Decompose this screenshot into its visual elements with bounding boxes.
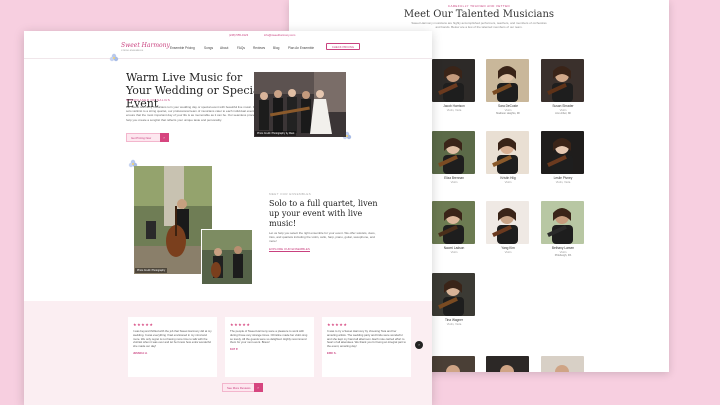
musician-photo [432,59,475,102]
musician-photo [541,201,584,244]
top-bar: (248) 555-0123 info@sweetharmony.com [24,31,432,38]
musician-photo [486,356,529,372]
musician-card[interactable]: Jacob Harrison Violin, Viola [432,59,476,112]
musician-card-partial[interactable] [541,356,585,372]
home-page: (248) 555-0123 info@sweetharmony.com Swe… [24,31,432,405]
musician-card-partial[interactable] [486,356,530,372]
musician-photo [486,131,529,174]
nav-item-about[interactable]: About [220,46,228,50]
nav-item-plan-ensemble[interactable]: Plan An Ensemble [288,46,314,50]
explore-ensembles-link[interactable]: EXPLORE OUR ENSEMBLES [269,247,310,252]
musician-role: Violin [450,180,458,184]
musician-location: Ann Arbor, MI [555,112,571,115]
musician-card[interactable]: Sara DeCoste Violin Madison Heights, MI [486,59,530,115]
musician-photo [541,59,584,102]
testimonial-card: ★★★★★ It was to try a Sweet Harmony by c… [322,317,411,377]
musician-location: Madison Heights, MI [496,112,520,115]
hero-text: Let Sweet Harmony musicians turn your we… [126,105,264,122]
musician-role: Violin [504,180,512,184]
musician-role: Violin, Viola [555,180,571,184]
musician-card[interactable]: Naomi Ladson Violin [432,201,476,254]
musician-card[interactable]: Susan Shrader Violin Ann Arbor, MI [541,59,585,115]
hero-photo: Photo Credit: Photography by Mark [254,72,346,137]
site-logo[interactable]: Sweet Harmony [121,42,170,49]
testimonial-card: ★★★★★ I was beyond thrilled with the job… [128,317,217,377]
phone-link[interactable]: (248) 555-0123 [229,33,248,37]
musician-role: Violin, Viola [446,108,462,112]
musician-role: Violin, Viola [446,322,462,326]
testimonial-author: ERIC S. [327,351,337,355]
hero-photo-caption: Photo Credit: Photography by Mark [255,131,297,136]
flower-decoration-icon [109,53,119,62]
main-nav: Sweet Harmony STRING ENSEMBLES Ensemble … [24,38,432,59]
testimonial-text: I was beyond thrilled with the job that … [133,329,212,349]
musician-role: Violin [450,250,458,254]
nav-item-faqs[interactable]: FAQs [237,46,245,50]
musicians-eyebrow: CAREFULLY TRAINED AND VETTED [447,4,511,8]
see-more-reviews-button[interactable]: See More Reviews › [222,383,263,393]
musician-photo [541,356,584,372]
musician-photo [432,201,475,244]
musician-photo [541,131,584,174]
ensembles-eyebrow: MEET OUR ENSEMBLES [269,192,312,196]
arrow-right-icon: › [159,133,169,143]
musician-card[interactable]: Bethany Larsen Violin Pittsburgh, PA [541,201,585,257]
musician-card[interactable]: Eliza Brennan Violin [432,131,476,184]
cellist-photo-caption: Photo Credit: Photography [135,268,168,273]
hero-eyebrow: SHOWCASED ON SALIUS [126,98,171,102]
ensembles-text: Let us help you select the right ensembl… [269,231,376,244]
musician-card[interactable]: Yang Kim Violin [486,201,530,254]
musician-role: Violin [504,250,512,254]
musician-location: Pittsburgh, PA [554,254,572,257]
testimonial-author: JESSICA H. [133,351,148,355]
get-pricing-button[interactable]: Get Pricing Now › [126,133,169,143]
rating-stars: ★★★★★ [133,322,154,327]
musician-photo [486,59,529,102]
arrow-right-icon: › [253,383,263,393]
musician-photo [432,131,475,174]
get-pricing-label: Get Pricing Now [131,136,152,140]
testimonial-text: The people of Sweet Harmony were a pleas… [230,329,308,345]
musician-photo [432,273,475,316]
musician-card[interactable]: Kristin Hiig Violin [486,131,530,184]
musicians-intro: Sweet Harmony musicians are highly accom… [411,21,547,29]
musician-card-partial[interactable] [432,356,476,372]
testimonials-section: ★★★★★ I was beyond thrilled with the job… [24,301,432,405]
see-more-reviews-label: See More Reviews [227,386,251,390]
nav-item-blog[interactable]: Blog [273,46,279,50]
rating-stars: ★★★★★ [327,322,348,327]
testimonial-text: It was to try a Sweet Harmony by choosin… [327,329,406,349]
ensembles-title: Solo to a full quartet, liven up your ev… [269,199,378,228]
musicians-title: Meet Our Talented Musicians [403,9,555,20]
email-link[interactable]: info@sweetharmony.com [264,33,295,37]
duo-photo [201,229,253,285]
nav-item-reviews[interactable]: Reviews [253,46,265,50]
nav-item-songs[interactable]: Songs [204,46,213,50]
musician-photo [486,201,529,244]
testimonial-card: ★★★★★ The people of Sweet Harmony were a… [225,317,314,377]
testimonial-author: KAT P. [230,348,238,352]
carousel-next-button[interactable]: › [415,341,423,349]
musician-card[interactable]: Tina Wagner Violin, Viola [432,273,476,326]
check-pricing-button[interactable]: CHECK PRICING [326,43,360,50]
musician-card[interactable]: Leslie Pivney Violin, Viola [541,131,585,184]
logo-tagline: STRING ENSEMBLES [121,50,144,52]
rating-stars: ★★★★★ [230,322,251,327]
musician-photo [432,356,475,372]
nav-item-ensemble-pricing[interactable]: Ensemble Pricing [170,46,195,50]
